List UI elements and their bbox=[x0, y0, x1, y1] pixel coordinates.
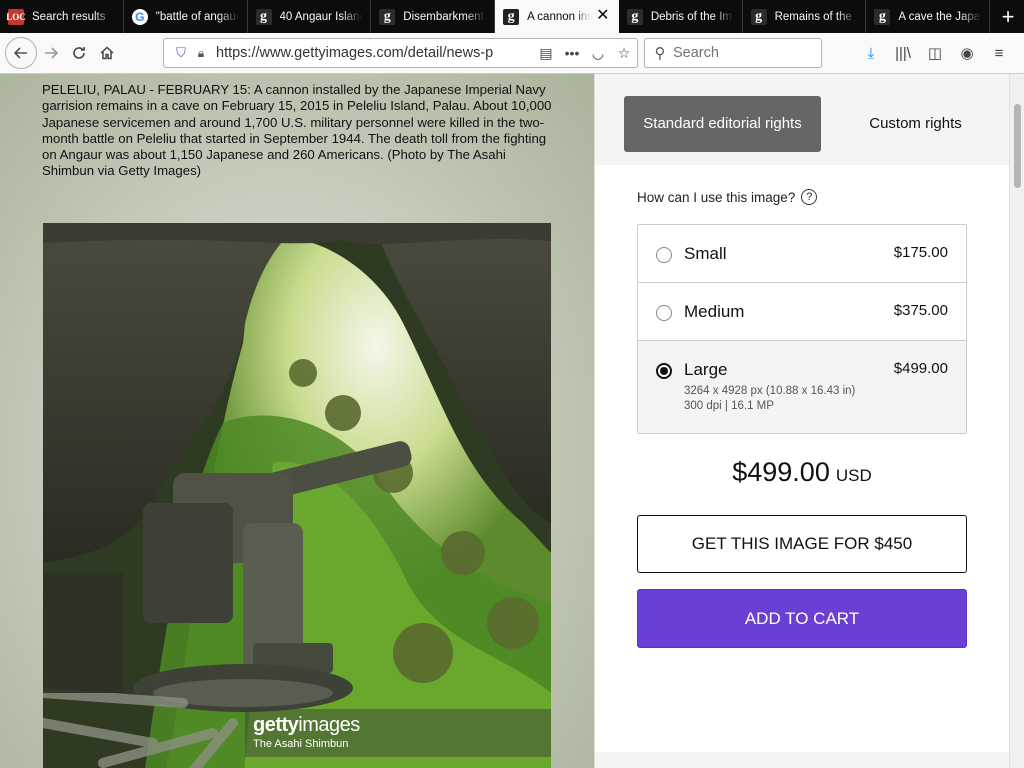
add-to-cart-button[interactable]: ADD TO CART bbox=[637, 589, 967, 648]
total-amount: $499.00 bbox=[732, 457, 830, 487]
size-price: $175.00 bbox=[893, 244, 948, 261]
home-icon bbox=[100, 46, 114, 60]
usage-question-text: How can I use this image? bbox=[637, 189, 796, 205]
getty-watermark: gettyimages The Asahi Shimbun bbox=[245, 709, 551, 757]
browser-tab-active[interactable]: g A cannon installed ✕ bbox=[495, 0, 619, 33]
home-button[interactable] bbox=[93, 39, 121, 67]
google-icon: G bbox=[131, 8, 148, 25]
size-name: Medium bbox=[684, 302, 745, 321]
tab-title: Disembarkment bbox=[403, 10, 484, 23]
gettyimages-icon: g bbox=[255, 8, 272, 25]
get-image-button[interactable]: GET THIS IMAGE FOR $450 bbox=[637, 515, 967, 573]
library-icon[interactable]: |||\ bbox=[887, 39, 919, 67]
download-icon[interactable]: ⤓ bbox=[855, 39, 887, 67]
bookmark-star-icon[interactable]: ☆ bbox=[611, 45, 637, 62]
search-placeholder: Search bbox=[673, 45, 719, 61]
tab-custom-rights[interactable]: Custom rights bbox=[817, 96, 1014, 152]
radio-large[interactable] bbox=[656, 363, 672, 379]
size-price: $375.00 bbox=[893, 302, 948, 319]
usage-question: How can I use this image? ? bbox=[637, 189, 818, 205]
panel-footer-band bbox=[595, 752, 1009, 768]
tab-title: 40 Angaur Island bbox=[279, 10, 363, 23]
tab-strip: LOC Search results G "battle of angaur g… bbox=[0, 0, 1024, 33]
watermark-credit: The Asahi Shimbun bbox=[253, 738, 349, 750]
tab-title: Search results bbox=[32, 10, 106, 23]
size-dimensions: 3264 x 4928 px (10.88 x 16.43 in) bbox=[684, 385, 856, 397]
browser-tab[interactable]: g A cave the Japa bbox=[866, 0, 991, 33]
size-name: Large bbox=[684, 360, 728, 379]
url-text[interactable]: https://www.gettyimages.com/detail/news-… bbox=[216, 45, 533, 61]
search-icon: ⚲ bbox=[654, 45, 666, 62]
browser-tab[interactable]: G "battle of angaur bbox=[124, 0, 248, 33]
gettyimages-icon: g bbox=[379, 8, 396, 25]
help-icon[interactable]: ? bbox=[801, 189, 818, 205]
tab-title: Debris of the Im bbox=[650, 10, 732, 23]
size-option-small[interactable]: Small $175.00 bbox=[638, 225, 966, 283]
page-content: PELELIU, PALAU - FEBRUARY 15: A cannon i… bbox=[0, 74, 1024, 768]
tab-title: "battle of angaur bbox=[155, 10, 239, 23]
browser-tab[interactable]: g Debris of the Im bbox=[619, 0, 743, 33]
back-arrow-icon bbox=[13, 47, 27, 59]
size-resolution: 300 dpi | 16.1 MP bbox=[684, 400, 774, 412]
tab-standard-editorial-rights[interactable]: Standard editorial rights bbox=[624, 96, 821, 152]
image-caption: PELELIU, PALAU - FEBRUARY 15: A cannon i… bbox=[42, 82, 552, 179]
toolbar-right: ⤓ |||\ ◫ ◉ ≡ bbox=[855, 39, 1015, 67]
new-tab-button[interactable]: + bbox=[992, 0, 1024, 33]
reader-view-icon[interactable]: ▤ bbox=[533, 45, 559, 62]
pocket-icon[interactable]: ◡ bbox=[585, 45, 611, 62]
navigation-toolbar: ⛉ 🔒︎ https://www.gettyimages.com/detail/… bbox=[0, 33, 1024, 74]
size-option-large[interactable]: Large $499.00 3264 x 4928 px (10.88 x 16… bbox=[638, 341, 966, 433]
browser-tab[interactable]: LOC Search results bbox=[0, 0, 124, 33]
license-panel: Standard editorial rights Custom rights … bbox=[595, 74, 1009, 768]
gettyimages-icon: g bbox=[503, 8, 520, 25]
account-icon[interactable]: ◉ bbox=[951, 39, 983, 67]
forward-button[interactable] bbox=[37, 39, 65, 67]
lock-icon[interactable]: 🔒︎ bbox=[192, 46, 210, 61]
gettyimages-icon: g bbox=[874, 8, 891, 25]
tab-title: Remains of the bbox=[774, 10, 852, 23]
radio-medium[interactable] bbox=[656, 305, 672, 321]
size-details: 3264 x 4928 px (10.88 x 16.43 in) 300 dp… bbox=[684, 384, 855, 414]
browser-tab[interactable]: g Remains of the bbox=[743, 0, 867, 33]
image-panel: PELELIU, PALAU - FEBRUARY 15: A cannon i… bbox=[0, 74, 594, 768]
size-name: Small bbox=[684, 244, 727, 263]
gettyimages-icon: g bbox=[750, 8, 767, 25]
reload-icon bbox=[73, 47, 85, 59]
browser-tab[interactable]: g 40 Angaur Island bbox=[248, 0, 372, 33]
tab-title: A cave the Japa bbox=[898, 10, 981, 23]
back-button[interactable] bbox=[5, 37, 37, 69]
cave-cannon-photo[interactable]: gettyimages The Asahi Shimbun bbox=[43, 223, 551, 768]
search-bar[interactable]: ⚲ Search bbox=[644, 38, 822, 68]
size-option-medium[interactable]: Medium $375.00 bbox=[638, 283, 966, 341]
page-actions-icon[interactable]: ••• bbox=[559, 45, 585, 61]
tracking-shield-icon[interactable]: ⛉ bbox=[170, 45, 192, 61]
menu-icon[interactable]: ≡ bbox=[983, 39, 1015, 67]
address-bar[interactable]: ⛉ 🔒︎ https://www.gettyimages.com/detail/… bbox=[163, 38, 638, 68]
sidebar-icon[interactable]: ◫ bbox=[919, 39, 951, 67]
radio-small[interactable] bbox=[656, 247, 672, 263]
browser-tab[interactable]: g Disembarkment bbox=[371, 0, 496, 33]
page-scrollbar[interactable] bbox=[1009, 74, 1024, 768]
size-price: $499.00 bbox=[893, 360, 948, 377]
total-price: $499.00 USD bbox=[595, 457, 1009, 488]
reload-button[interactable] bbox=[65, 39, 93, 67]
total-currency: USD bbox=[835, 466, 872, 485]
photo-illustration bbox=[43, 223, 551, 768]
scrollbar-thumb[interactable] bbox=[1014, 104, 1021, 188]
size-options: Small $175.00 Medium $375.00 Large $499.… bbox=[637, 224, 967, 434]
close-tab-icon[interactable]: ✕ bbox=[595, 7, 611, 25]
forward-arrow-icon bbox=[45, 47, 59, 59]
loc-icon: LOC bbox=[6, 8, 26, 25]
tab-title: A cannon installed bbox=[527, 10, 591, 23]
gettyimages-icon: g bbox=[626, 8, 643, 25]
watermark-brand: gettyimages bbox=[253, 714, 360, 736]
